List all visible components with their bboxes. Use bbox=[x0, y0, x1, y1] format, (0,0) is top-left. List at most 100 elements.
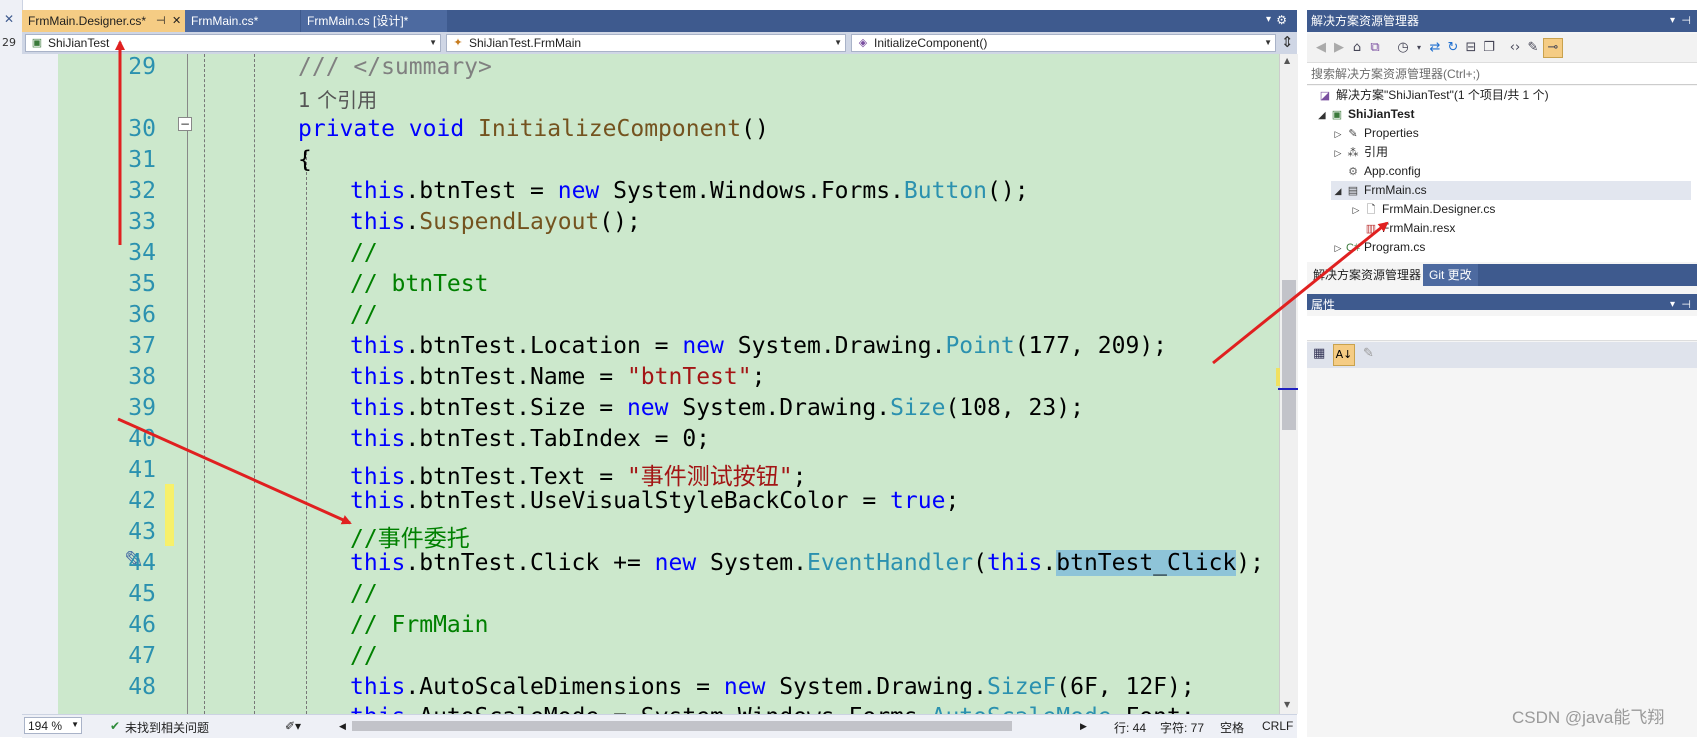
pending-changes-filter-icon[interactable]: ◷ bbox=[1395, 40, 1411, 56]
scroll-up-arrow-icon[interactable]: ▲ bbox=[1284, 56, 1290, 65]
scroll-right-arrow-icon[interactable]: ▶ bbox=[1080, 721, 1087, 732]
alphabetical-sort-icon[interactable]: A↓ bbox=[1333, 344, 1355, 366]
code-line-48[interactable]: this.AutoScaleDimensions = new System.Dr… bbox=[350, 674, 1195, 700]
code-line-31[interactable]: { bbox=[298, 147, 312, 173]
expanded-arrow-icon[interactable]: ◢ bbox=[1331, 182, 1345, 201]
no-issues-check-icon[interactable]: ✔ bbox=[110, 719, 120, 733]
member-dropdown[interactable]: ◈ InitializeComponent() ▼ bbox=[851, 34, 1276, 52]
tab-frmmain-design[interactable]: FrmMain.cs [设计]* bbox=[301, 10, 447, 32]
code-line-37[interactable]: this.btnTest.Location = new System.Drawi… bbox=[350, 333, 1167, 359]
code-line-45[interactable]: // bbox=[350, 581, 378, 607]
tab-list-dropdown-icon[interactable]: ▾ bbox=[1266, 14, 1271, 25]
code-line-32[interactable]: this.btnTest = new System.Windows.Forms.… bbox=[350, 178, 1029, 204]
code-token: private void bbox=[298, 116, 465, 142]
code-line-36[interactable]: // bbox=[350, 302, 378, 328]
show-all-files-icon[interactable]: ❐ bbox=[1481, 40, 1497, 56]
code-line-35[interactable]: // btnTest bbox=[350, 271, 488, 297]
class-dropdown[interactable]: ✦ ShiJianTest.FrmMain ▼ bbox=[446, 34, 846, 52]
brush-icon[interactable]: ✐▾ bbox=[285, 719, 301, 733]
zoom-dropdown[interactable]: 194 % ▼ bbox=[24, 717, 82, 734]
solution-search-input[interactable]: 搜索解决方案资源管理器(Ctrl+;) bbox=[1307, 63, 1697, 85]
whitespace-mode[interactable]: 空格 bbox=[1220, 719, 1244, 736]
code-line-41[interactable]: this.btnTest.Text = "事件测试按钮"; bbox=[350, 457, 807, 491]
tree-item-frmmain-designer[interactable]: ▷ 🗋 FrmMain.Designer.cs bbox=[1349, 200, 1496, 220]
code-line-29[interactable]: /// </summary> bbox=[298, 54, 492, 80]
line-number: 32 bbox=[128, 178, 156, 204]
code-line-30[interactable]: private void InitializeComponent() bbox=[298, 116, 769, 142]
home-icon[interactable]: ⌂ bbox=[1349, 40, 1365, 56]
code-line-44[interactable]: this.btnTest.Click += new System.EventHa… bbox=[350, 550, 1264, 576]
code-line-49[interactable]: this.AutoScaleMode = System.Windows.Form… bbox=[350, 704, 1195, 714]
tree-item-program-cs[interactable]: ▷ C# Program.cs bbox=[1331, 238, 1426, 258]
references-icon: ⁂ bbox=[1347, 147, 1359, 159]
scroll-down-arrow-icon[interactable]: ▼ bbox=[1284, 700, 1290, 709]
sync-icon[interactable]: ⇄ bbox=[1427, 40, 1443, 56]
code-line-47[interactable]: // bbox=[350, 643, 378, 669]
collapsed-arrow-icon[interactable]: ▷ bbox=[1331, 144, 1345, 163]
tree-item-references[interactable]: ▷ ⁂ 引用 bbox=[1331, 143, 1388, 162]
chevron-down-icon[interactable]: ▾ bbox=[1411, 40, 1427, 56]
code-line-46[interactable]: // FrmMain bbox=[350, 612, 488, 638]
code-line-38[interactable]: this.btnTest.Name = "btnTest"; bbox=[350, 364, 765, 390]
code-line-42[interactable]: this.btnTest.UseVisualStyleBackColor = t… bbox=[350, 488, 959, 514]
forward-icon[interactable]: ▶ bbox=[1331, 40, 1347, 56]
solution-explorer-toolbar: ◀ ▶ ⌂ ⧉ ◷ ▾ ⇄ ↻ ⊟ ❐ ‹› ✎ ⊸ bbox=[1307, 34, 1697, 63]
line-number: 40 bbox=[128, 426, 156, 452]
code-line-33[interactable]: this.SuspendLayout(); bbox=[350, 209, 641, 235]
tree-item-solution[interactable]: ◪ 解决方案"ShiJianTest"(1 个项目/共 1 个) bbox=[1317, 86, 1549, 105]
collapsed-arrow-icon[interactable]: ▷ bbox=[1331, 239, 1345, 258]
line-number: 43 bbox=[128, 519, 156, 545]
tab-frmmain-cs[interactable]: FrmMain.cs* bbox=[185, 10, 300, 32]
close-icon[interactable]: ✕ bbox=[172, 10, 181, 32]
switch-views-icon[interactable]: ⧉ bbox=[1367, 40, 1383, 56]
code-token: this bbox=[350, 364, 406, 390]
tree-item-project[interactable]: ◢ ▣ ShiJianTest bbox=[1315, 105, 1415, 125]
property-pages-wrench-icon[interactable]: ✎ bbox=[1363, 346, 1374, 361]
settings-gear-icon[interactable]: ⚙ bbox=[1276, 13, 1287, 27]
issues-status-text[interactable]: 未找到相关问题 bbox=[125, 719, 209, 736]
project-dropdown[interactable]: ▣ ShiJianTest ▼ bbox=[25, 34, 441, 52]
view-code-icon[interactable]: ‹› bbox=[1507, 40, 1523, 56]
codelens-references[interactable]: 1 个引用 bbox=[298, 84, 377, 113]
expanded-arrow-icon[interactable]: ◢ bbox=[1315, 106, 1329, 125]
zoom-value: 194 % bbox=[28, 719, 63, 733]
tree-item-properties[interactable]: ▷ ✎ Properties bbox=[1331, 124, 1419, 143]
code-line-43[interactable]: //事件委托 bbox=[350, 519, 470, 553]
back-icon[interactable]: ◀ bbox=[1313, 40, 1329, 56]
tab-git-changes[interactable]: Git 更改 bbox=[1423, 264, 1478, 286]
pin-icon[interactable]: ⊣ bbox=[1681, 10, 1691, 32]
selected-identifier[interactable]: btnTest_Click bbox=[1056, 550, 1237, 576]
code-token: (); bbox=[987, 178, 1029, 204]
tree-item-app-config[interactable]: ⚙ App.config bbox=[1345, 162, 1421, 181]
vertical-scroll-thumb[interactable] bbox=[1282, 280, 1296, 430]
collapsed-arrow-icon[interactable]: ▷ bbox=[1331, 125, 1345, 144]
pin-icon[interactable]: ⊣ bbox=[156, 10, 166, 32]
indent-guide bbox=[204, 54, 205, 714]
collapse-all-icon[interactable]: ⊟ bbox=[1463, 40, 1479, 56]
line-indicator[interactable]: 行: 44 bbox=[1114, 719, 1146, 736]
line-ending-mode[interactable]: CRLF bbox=[1262, 719, 1293, 733]
scroll-left-arrow-icon[interactable]: ◀ bbox=[339, 721, 346, 732]
outline-line bbox=[187, 54, 188, 714]
close-icon[interactable]: ✕ bbox=[4, 12, 14, 26]
column-indicator[interactable]: 字符: 77 bbox=[1160, 719, 1204, 736]
collapse-toggle-icon[interactable]: − bbox=[178, 117, 192, 131]
code-line-34[interactable]: // bbox=[350, 240, 378, 266]
properties-object-selector[interactable] bbox=[1307, 316, 1697, 341]
chevron-down-icon[interactable]: ▾ bbox=[1670, 10, 1675, 32]
preview-selected-icon[interactable]: ⊸ bbox=[1543, 38, 1563, 58]
code-line-40[interactable]: this.btnTest.TabIndex = 0; bbox=[350, 426, 710, 452]
properties-toolbar: ▦ A↓ ✎ bbox=[1307, 342, 1697, 368]
code-line-39[interactable]: this.btnTest.Size = new System.Drawing.S… bbox=[350, 395, 1084, 421]
tree-item-frmmain-cs[interactable]: ◢ ▤ FrmMain.cs bbox=[1331, 181, 1691, 200]
split-window-icon[interactable]: ⇕ bbox=[1281, 33, 1294, 51]
refresh-icon[interactable]: ↻ bbox=[1445, 40, 1461, 56]
categorized-icon[interactable]: ▦ bbox=[1313, 346, 1325, 361]
collapsed-arrow-icon[interactable]: ▷ bbox=[1349, 201, 1363, 220]
tab-frmmain-designer[interactable]: FrmMain.Designer.cs* ⊣ ✕ bbox=[22, 10, 187, 32]
tree-item-frmmain-resx[interactable]: ▥ FrmMain.resx bbox=[1363, 219, 1456, 238]
horizontal-scroll-thumb[interactable] bbox=[352, 721, 1012, 731]
properties-wrench-icon[interactable]: ✎ bbox=[1525, 40, 1541, 56]
code-token: .btnTest.Text = bbox=[405, 464, 627, 490]
tab-solution-explorer[interactable]: 解决方案资源管理器 bbox=[1307, 264, 1428, 286]
